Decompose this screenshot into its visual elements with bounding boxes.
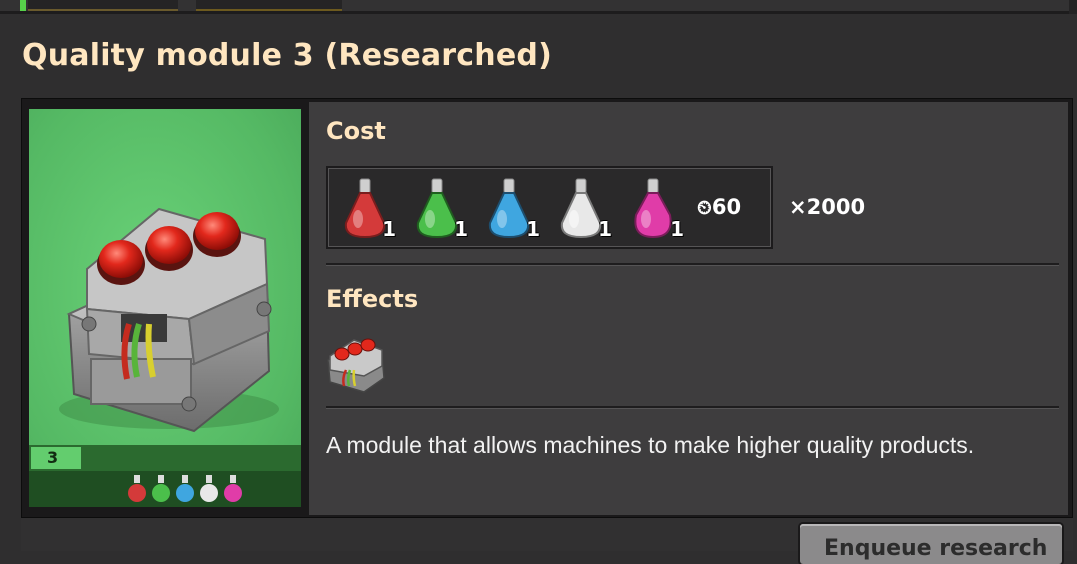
chemical-science-pack-icon[interactable]: 1 (478, 175, 540, 245)
card-pack-icons (128, 475, 242, 502)
electromagnetic-science-pack-icon (224, 475, 242, 502)
scrollbar[interactable] (1069, 0, 1077, 14)
cost-heading: Cost (326, 117, 386, 145)
units-value: 2000 (806, 195, 866, 219)
pack-count: 1 (598, 217, 612, 241)
time-value: 60 (711, 195, 742, 219)
pack-count: 1 (526, 217, 540, 241)
logistic-science-pack-icon (152, 475, 170, 502)
technology-card[interactable]: 3 (29, 109, 301, 507)
divider (326, 406, 1059, 409)
quality-module-3-icon[interactable] (324, 330, 388, 394)
pack-count: 1 (454, 217, 468, 241)
tab-slot[interactable] (196, 0, 342, 11)
divider (0, 11, 1077, 14)
automation-science-pack-icon (128, 475, 146, 502)
clock-icon: ⏲ (697, 197, 712, 219)
enqueue-research-button[interactable]: Enqueue research (800, 524, 1062, 564)
electromagnetic-science-pack-icon[interactable]: 1 (622, 175, 684, 245)
research-units: ×2000 (789, 195, 865, 219)
research-time: ⏲60 (697, 195, 741, 219)
multiply-icon: × (789, 195, 807, 219)
page-title: Quality module 3 (Researched) (22, 38, 552, 73)
space-science-pack-icon (200, 475, 218, 502)
enqueue-label: Enqueue research (824, 536, 1048, 561)
divider (326, 263, 1059, 266)
quality-module-3-icon (59, 207, 279, 433)
space-science-pack-icon[interactable]: 1 (550, 175, 612, 245)
tab-slot[interactable] (28, 0, 178, 11)
previous-panel-strip (0, 0, 1077, 14)
pack-count: 1 (670, 217, 684, 241)
technology-level: 3 (31, 447, 81, 469)
effects-heading: Effects (326, 285, 419, 313)
logistic-science-pack-icon[interactable]: 1 (406, 175, 468, 245)
chemical-science-pack-icon (176, 475, 194, 502)
automation-science-pack-icon[interactable]: 1 (334, 175, 396, 245)
technology-description: A module that allows machines to make hi… (326, 432, 975, 458)
pack-count: 1 (382, 217, 396, 241)
